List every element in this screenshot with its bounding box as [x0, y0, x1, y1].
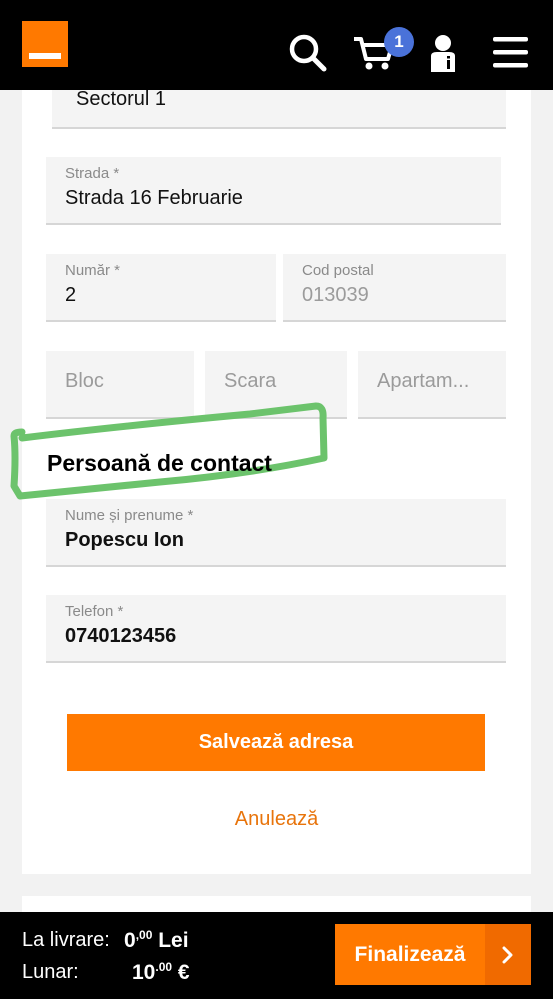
phone-label: Telefon *: [65, 603, 124, 620]
user-icon[interactable]: [429, 34, 457, 74]
save-address-button[interactable]: Salvează adresa: [67, 714, 485, 771]
cancel-link[interactable]: Anulează: [0, 808, 553, 831]
monthly-amount: 10.00 €: [132, 960, 190, 985]
full-name-label: Nume și prenume *: [65, 507, 194, 524]
street-label: Strada *: [65, 165, 120, 182]
apartment-placeholder: Apartam...: [377, 370, 470, 392]
orange-logo[interactable]: [22, 21, 68, 67]
monthly-label: Lunar:: [22, 961, 79, 983]
full-name-value: Popescu Ion: [65, 529, 184, 551]
sector-value: Sectorul 1: [76, 88, 167, 110]
postal-code-label: Cod postal: [302, 262, 374, 279]
delivery-amount-dec: ,00: [135, 928, 153, 942]
checkout-button[interactable]: Finalizează: [335, 924, 531, 985]
postal-code-value: 013039: [302, 284, 369, 306]
monthly-amount-dec: .00: [155, 960, 173, 974]
number-value: 2: [65, 284, 77, 306]
phone-value: 0740123456: [65, 625, 177, 647]
cart-count-badge[interactable]: 1: [384, 27, 414, 57]
chevron-right-icon: [485, 924, 531, 985]
contact-section-title: Persoană de contact: [47, 450, 272, 476]
checkout-bar: La livrare: 0,00 Lei Lunar: 10.00 € Fina…: [0, 912, 553, 999]
apartment-field[interactable]: Apartam...: [358, 351, 506, 419]
number-label: Număr *: [65, 262, 121, 279]
full-name-field[interactable]: Nume și prenume * Popescu Ion: [46, 499, 506, 567]
logo-bar: [29, 53, 61, 59]
monthly-amount-int: 10: [132, 961, 156, 984]
stair-placeholder: Scara: [224, 370, 277, 392]
postal-code-field[interactable]: Cod postal 013039: [283, 254, 506, 322]
street-value: Strada 16 Februarie: [65, 187, 243, 209]
delivery-label: La livrare:: [22, 929, 110, 951]
checkout-label: Finalizează: [354, 942, 466, 966]
number-field[interactable]: Număr * 2: [46, 254, 276, 322]
delivery-amount-int: 0: [124, 929, 136, 952]
block-placeholder: Bloc: [65, 370, 104, 392]
phone-field[interactable]: Telefon * 0740123456: [46, 595, 506, 663]
search-icon[interactable]: [288, 33, 328, 73]
street-field[interactable]: Strada * Strada 16 Februarie: [46, 157, 501, 225]
delivery-amount: 0,00 Lei: [124, 928, 189, 953]
menu-icon[interactable]: [493, 37, 529, 69]
top-bar: 1: [0, 0, 553, 90]
delivery-currency: Lei: [158, 929, 189, 952]
monthly-currency: €: [177, 961, 190, 984]
